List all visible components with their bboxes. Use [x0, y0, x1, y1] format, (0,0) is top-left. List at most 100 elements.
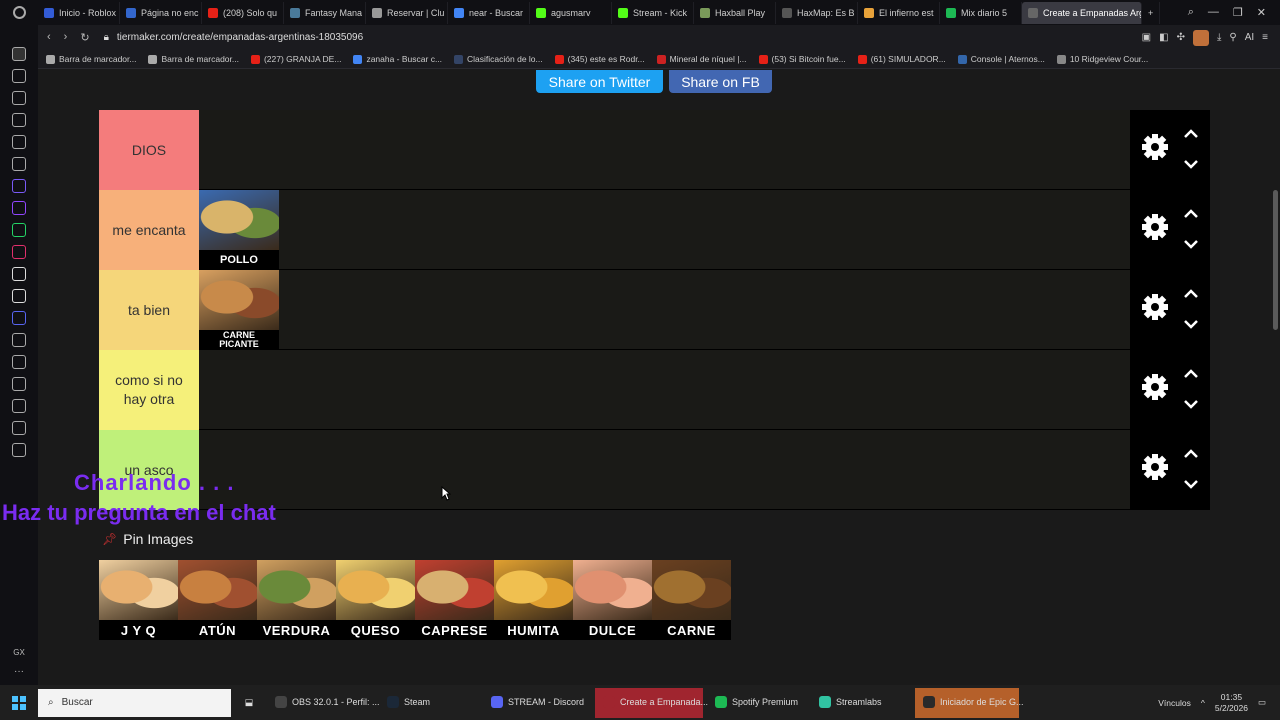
url-field[interactable]: tiermaker.com/create/empanadas-argentina… [117, 32, 363, 43]
chatgpt-icon[interactable] [12, 157, 26, 171]
discord-icon[interactable] [12, 311, 26, 325]
tray-label[interactable]: Vínculos [1158, 698, 1191, 708]
settings-icon[interactable] [12, 443, 26, 457]
taskbar-app[interactable]: Spotify Premium [707, 688, 807, 718]
x-icon[interactable] [12, 289, 26, 303]
tier-items[interactable]: POLLO [199, 190, 1130, 270]
tier-label[interactable]: DIOS [99, 110, 199, 190]
taskbar-app[interactable]: Streamlabs [811, 688, 911, 718]
task-view-icon[interactable]: ⬓ [231, 697, 267, 708]
clock[interactable]: 01:35 5/2/2026 [1215, 692, 1248, 714]
new-tab-button[interactable]: + [1142, 1, 1161, 24]
send-icon[interactable] [12, 355, 26, 369]
tier-items[interactable] [199, 110, 1130, 189]
bookmark-item[interactable]: zanaha - Buscar c... [353, 54, 442, 64]
tier-label[interactable]: me encanta [99, 190, 199, 270]
chevron-up-icon[interactable] [1183, 206, 1199, 224]
chevron-down-icon[interactable] [1183, 476, 1199, 494]
browser-tab[interactable]: Create a Empanadas Arg [1022, 1, 1142, 24]
twitch-icon[interactable] [12, 201, 26, 215]
minimize-icon[interactable]: — [1208, 6, 1219, 19]
browser-tab[interactable]: El infierno est [858, 1, 940, 24]
taskbar-app[interactable]: STREAM - Discord [483, 688, 591, 718]
tier-items[interactable] [199, 350, 1130, 429]
bookmark-item[interactable]: (227) GRANJA DE... [250, 54, 341, 64]
taskbar-app[interactable]: Create a Empanada... [595, 687, 708, 718]
chevron-up-icon[interactable] [1183, 446, 1199, 464]
opera-logo-icon[interactable] [0, 0, 38, 25]
empanada-card[interactable]: CARNE PICANTE [199, 270, 279, 350]
windows-start-icon[interactable] [0, 695, 38, 710]
chevron-down-icon[interactable] [1183, 156, 1199, 174]
wallet-icon[interactable] [12, 377, 26, 391]
scrollbar[interactable] [1270, 70, 1280, 685]
share-fb-button[interactable]: Share on FB [669, 70, 772, 93]
whatsapp-icon[interactable] [12, 223, 26, 237]
extensions-icon[interactable]: ✣ [1177, 32, 1185, 43]
taskbar-app[interactable]: Steam [379, 688, 479, 718]
browser-tab[interactable]: HaxMap: Es B [776, 1, 858, 24]
chevron-up-icon[interactable] [1183, 366, 1199, 384]
m-icon[interactable] [12, 135, 26, 149]
bookmark-item[interactable]: Clasificación de lo... [454, 54, 543, 64]
browser-tab[interactable]: Haxball Play [694, 1, 776, 24]
easy-setup-icon[interactable]: ⚲ [1229, 32, 1236, 43]
empanada-card[interactable]: QUESO [336, 560, 415, 640]
gear-icon[interactable] [1141, 453, 1169, 486]
reload-icon[interactable]: ↻ [80, 31, 89, 44]
bookmark-item[interactable]: (61) SIMULADOR... [857, 54, 946, 64]
empanada-card[interactable]: J Y Q [99, 560, 178, 640]
taskbar-app[interactable]: Iniciador de Epic G... [915, 687, 1024, 718]
empanada-card[interactable]: HUMITA [494, 560, 573, 640]
maximize-icon[interactable]: ❐ [1233, 6, 1243, 19]
browser-tab[interactable]: (208) Solo qu [202, 1, 284, 24]
chevron-up-icon[interactable] [1183, 126, 1199, 144]
tier-items[interactable]: CARNE PICANTE [199, 270, 1130, 350]
gear-icon[interactable] [1141, 133, 1169, 166]
browser-tab[interactable]: Mix diario 5 [940, 1, 1022, 24]
tier-items[interactable] [199, 430, 1130, 509]
browser-tab[interactable]: agusmarv [530, 1, 612, 24]
chevron-up-icon[interactable]: ^ [1201, 698, 1205, 708]
search-tabs-icon[interactable]: ⌕ [1188, 6, 1194, 19]
gear-icon[interactable] [1141, 213, 1169, 246]
snapshot-icon[interactable]: ▣ [1142, 32, 1151, 43]
bookmark-item[interactable]: Mineral de níquel |... [656, 54, 747, 64]
bookmark-item[interactable]: Barra de marcador... [148, 54, 239, 64]
more-icon[interactable]: ··· [14, 666, 24, 677]
tier-label[interactable]: como si no hay otra [99, 350, 199, 430]
forward-icon[interactable]: › [64, 31, 68, 44]
gear-icon[interactable] [1141, 373, 1169, 406]
share-twitter-button[interactable]: Share on Twitter [536, 70, 663, 93]
bookmark-item[interactable]: (53) Si Bitcoin fue... [758, 54, 846, 64]
close-icon[interactable]: ✕ [1257, 6, 1266, 19]
news-icon[interactable] [12, 113, 26, 127]
chevron-down-icon[interactable] [1183, 396, 1199, 414]
chevron-up-icon[interactable] [1183, 286, 1199, 304]
wallet-icon[interactable]: ◧ [1159, 32, 1168, 43]
tier-label[interactable]: ta bien [99, 270, 199, 350]
instagram-icon[interactable] [12, 245, 26, 259]
home-icon[interactable] [12, 47, 26, 61]
chevron-down-icon[interactable] [1183, 316, 1199, 334]
empanada-card[interactable]: ATÚN [178, 560, 257, 640]
menu-icon[interactable]: ≡ [1262, 32, 1268, 43]
gx-icon[interactable] [12, 179, 26, 193]
back-icon[interactable]: ‹ [47, 31, 51, 44]
empanada-card[interactable]: POLLO [199, 190, 279, 270]
gear-icon[interactable] [1141, 293, 1169, 326]
browser-tab[interactable]: Página no enc [120, 1, 202, 24]
notifications-icon[interactable]: ▭ [1258, 697, 1266, 708]
taskbar-app[interactable]: OBS 32.0.1 - Perfil: ... [267, 688, 380, 718]
refresh-icon[interactable] [12, 91, 26, 105]
player-icon[interactable] [12, 333, 26, 347]
empanada-card[interactable]: DULCE [573, 560, 652, 640]
bookmark-item[interactable]: (345) este es Rodr... [554, 54, 645, 64]
bookmark-item[interactable]: Barra de marcador... [46, 54, 136, 64]
browser-tab[interactable]: near - Buscar [448, 1, 530, 24]
games-icon[interactable] [12, 69, 26, 83]
ai-button[interactable]: AI [1245, 32, 1254, 43]
avatar[interactable] [1192, 29, 1209, 46]
tiktok-icon[interactable] [12, 267, 26, 281]
pin-images-toggle[interactable]: 📌︎ Pin Images [102, 531, 193, 547]
